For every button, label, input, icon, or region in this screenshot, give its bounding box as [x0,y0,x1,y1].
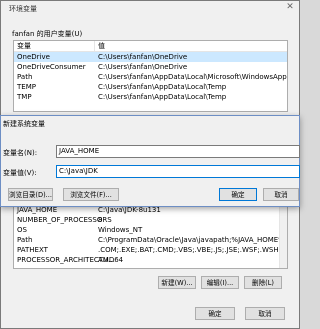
system-variables-table[interactable]: JAVA_HOME C:\Java\JDK-8u131 NUMBER_OF_PR… [13,204,288,269]
variable-name-field[interactable]: JAVA_HOME [56,145,300,158]
user-variables-label: fanfan 的用户变量(U) [12,30,83,38]
browse-directory-button[interactable]: 浏览目录(D)... [8,188,53,201]
column-header-value[interactable]: 值 [98,41,105,51]
row-value: C:\Users\fanfan\AppData\Local\Microsoft\… [98,73,288,81]
row-variable: Path [17,73,33,81]
row-value: C:\ProgramData\Oracle\Java\javapath;%JAV… [98,236,288,244]
user-variables-table[interactable]: 变量 值 OneDrive C:\Users\fanfan\OneDrive O… [13,40,288,112]
window-title: 环境变量 [9,5,37,13]
variable-value-label: 变量值(V): [3,169,37,177]
table-row[interactable]: TEMP C:\Users\fanfan\AppData\Local\Temp [14,82,287,92]
row-value: C:\Users\fanfan\AppData\Local\Temp [98,93,227,101]
table-row[interactable]: OS Windows_NT [14,225,287,235]
table-row[interactable]: OneDriveConsumer C:\Users\fanfan\OneDriv… [14,62,287,72]
cancel-button[interactable]: 取消 [245,307,285,320]
table-row[interactable]: PROCESSOR_ARCHITECTU... AMD64 [14,255,287,265]
row-value: .COM;.EXE;.BAT;.CMD;.VBS;.VBE;.JS;.JSE;.… [98,246,288,254]
column-divider[interactable] [94,41,95,51]
table-row[interactable]: Path C:\ProgramData\Oracle\Java\javapath… [14,235,287,245]
row-value: Windows_NT [98,226,143,234]
close-icon[interactable]: ✕ [284,2,296,13]
edit-system-variable-button[interactable]: 编辑(I)... [201,276,239,289]
row-value: C:\Users\fanfan\AppData\Local\Temp [98,83,227,91]
row-value: 8 [98,216,103,224]
row-value: C:\Users\fanfan\OneDrive [98,63,188,71]
table-row[interactable]: PATHEXT .COM;.EXE;.BAT;.CMD;.VBS;.VBE;.J… [14,245,287,255]
row-variable: TEMP [17,83,36,91]
table-row[interactable]: NUMBER_OF_PROCESSORS 8 [14,215,287,225]
table-row[interactable]: OneDrive C:\Users\fanfan\OneDrive [14,52,287,62]
new-system-variable-dialog: 新建系统变量 变量名(N): JAVA_HOME 变量值(V): C:\Java… [0,115,300,207]
row-variable: Path [17,236,33,244]
row-variable: TMP [17,93,32,101]
row-variable: PATHEXT [17,246,48,254]
ok-button[interactable]: 确定 [195,307,235,320]
browse-file-button[interactable]: 浏览文件(F)... [63,188,119,201]
table-row[interactable]: Path C:\Users\fanfan\AppData\Local\Micro… [14,72,287,82]
row-variable: OneDriveConsumer [17,63,86,71]
column-header-variable[interactable]: 变量 [17,41,31,51]
table-row[interactable]: TMP C:\Users\fanfan\AppData\Local\Temp [14,92,287,102]
variable-value-field[interactable]: C:\Java\JDK [56,165,300,178]
row-value: AMD64 [98,256,124,264]
row-value: C:\Users\fanfan\OneDrive [98,53,188,61]
row-variable: OS [17,226,27,234]
dialog-title: 新建系统变量 [3,120,45,128]
vertical-scrollbar[interactable] [279,205,287,268]
new-system-variable-button[interactable]: 新建(W)... [158,276,196,289]
row-variable: OneDrive [17,53,50,61]
dialog-cancel-button[interactable]: 取消 [263,188,299,201]
variable-name-label: 变量名(N): [3,149,38,157]
delete-system-variable-button[interactable]: 删除(L) [244,276,282,289]
dialog-ok-button[interactable]: 确定 [219,188,257,201]
table-header: 变量 值 [14,41,287,52]
